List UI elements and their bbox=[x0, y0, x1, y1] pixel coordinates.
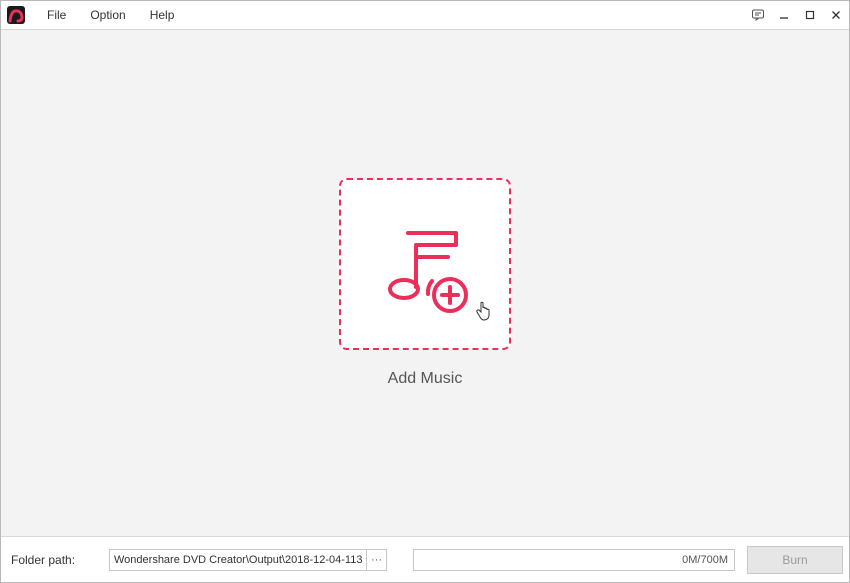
progress-wrap: 0M/700M bbox=[399, 549, 735, 571]
burn-button[interactable]: Burn bbox=[747, 546, 843, 574]
menu-bar: File Option Help bbox=[1, 1, 849, 30]
close-button[interactable] bbox=[823, 1, 849, 29]
folder-path-box: ··· bbox=[109, 549, 387, 571]
add-music-label: Add Music bbox=[388, 370, 463, 388]
app-icon bbox=[7, 6, 25, 24]
folder-path-label: Folder path: bbox=[7, 553, 97, 567]
minimize-button[interactable] bbox=[771, 1, 797, 29]
bottom-bar: Folder path: ··· 0M/700M Burn bbox=[1, 537, 849, 582]
maximize-button[interactable] bbox=[797, 1, 823, 29]
menu-help[interactable]: Help bbox=[138, 1, 187, 29]
feedback-icon[interactable] bbox=[745, 1, 771, 29]
capacity-progress: 0M/700M bbox=[413, 549, 735, 571]
main-area: Add Music bbox=[1, 30, 849, 537]
app-window: File Option Help bbox=[0, 0, 850, 583]
add-music-dropzone[interactable] bbox=[339, 178, 511, 350]
capacity-text: 0M/700M bbox=[682, 550, 728, 570]
menu-file[interactable]: File bbox=[35, 1, 78, 29]
browse-button[interactable]: ··· bbox=[366, 550, 386, 570]
folder-path-input[interactable] bbox=[110, 550, 366, 570]
menu-option[interactable]: Option bbox=[78, 1, 137, 29]
music-add-icon bbox=[370, 209, 480, 319]
